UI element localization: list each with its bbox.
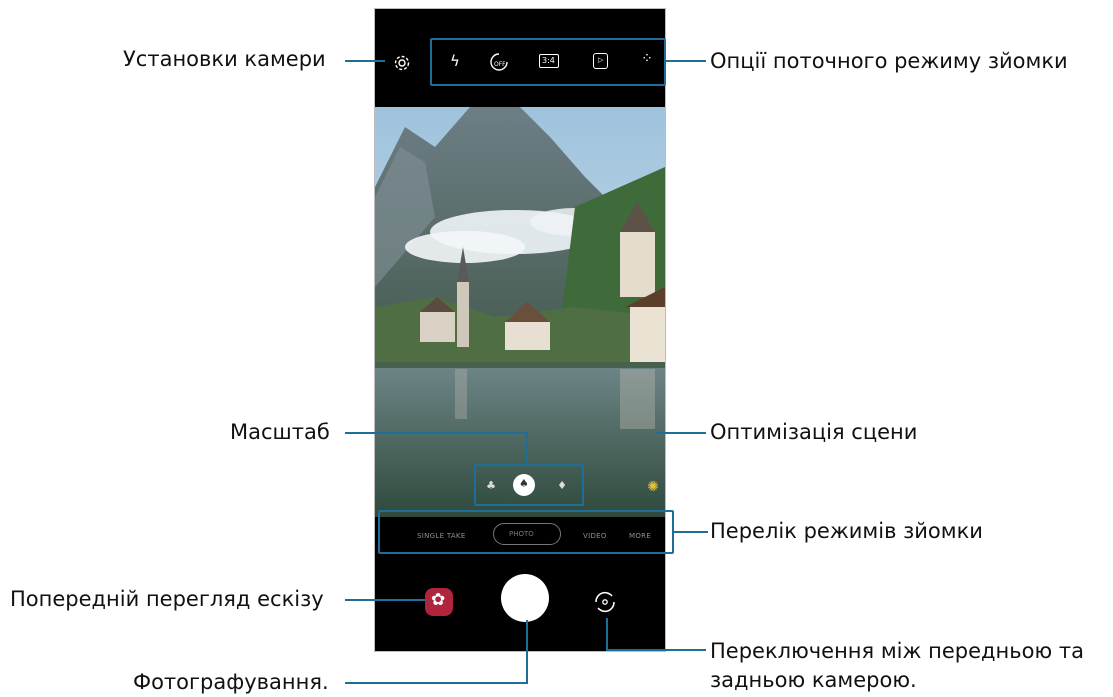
callout-line-scene (666, 432, 706, 434)
label-switch-camera-1: Переключення між передньою та (710, 639, 1084, 663)
settings-icon[interactable] (393, 54, 411, 72)
label-mode-options: Опції поточного режиму зйомки (710, 49, 1068, 73)
label-modes-list: Перелік режимів зйомки (710, 519, 983, 543)
label-scene-optimizer: Оптимізація сцени (710, 420, 918, 444)
flower-icon: ✿ (431, 590, 446, 610)
callout-line-zoom-v (526, 432, 528, 465)
landscape-preview (375, 107, 665, 517)
thumbnail-preview[interactable]: ✿ (425, 588, 453, 616)
label-take-photo: Фотографування. (133, 670, 329, 694)
shutter-button[interactable] (501, 574, 549, 622)
callout-line-switch-h (606, 649, 706, 651)
label-thumbnail-preview: Попередній перегляд ескізу (10, 587, 324, 611)
scene-optimizer-icon[interactable]: ✺ (645, 479, 661, 495)
callout-line-thumbnail (345, 599, 425, 601)
modes-list-box (378, 510, 674, 554)
label-switch-camera-2: задньою камерою. (710, 668, 917, 692)
label-camera-settings: Установки камери (123, 47, 326, 71)
camera-viewfinder[interactable] (375, 107, 665, 517)
switch-camera-icon[interactable] (590, 587, 620, 617)
callout-line-settings (345, 60, 385, 62)
mode-options-box (430, 38, 666, 86)
callout-line-shutter-h (345, 682, 528, 684)
label-zoom: Масштаб (230, 420, 330, 444)
callout-line-scene-to-icon (655, 432, 667, 434)
phone-screen: ϟ OFF 3:4 ▷ ⁘ ♣ ♠ ♦ ✺ SINGLE TAKE PHOTO … (374, 8, 666, 652)
callout-line-shutter-v (526, 620, 528, 683)
callout-line-switch-v (606, 618, 608, 650)
callout-line-modes (674, 531, 708, 533)
callout-line-mode-options (666, 60, 706, 62)
callout-line-zoom-h (345, 432, 528, 434)
zoom-box (474, 464, 584, 506)
